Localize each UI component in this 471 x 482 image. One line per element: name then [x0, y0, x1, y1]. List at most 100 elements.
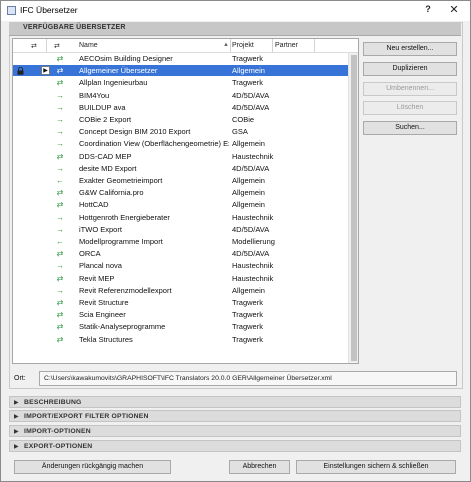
- translator-name: Plancal nova: [79, 261, 122, 271]
- direction-arrow-icon: ⇄: [56, 310, 64, 320]
- table-row[interactable]: ← Modellprogramme Import Modellierung: [13, 236, 348, 247]
- direction-arrow-icon: →: [56, 261, 64, 271]
- table-row[interactable]: → desite MD Export 4D/5D/AVA: [13, 163, 348, 174]
- new-button[interactable]: Neu erstellen...: [363, 42, 457, 56]
- table-row[interactable]: ← Exakter Geometrieimport Allgemein: [13, 175, 348, 186]
- direction-arrow-icon: ⇄: [56, 200, 64, 210]
- collapsible-label: BESCHREIBUNG: [24, 398, 82, 406]
- collapsible-filter-options[interactable]: ▶ IMPORT/EXPORT FILTER OPTIONEN: [9, 410, 461, 422]
- duplicate-button[interactable]: Duplizieren: [363, 62, 457, 76]
- table-row[interactable]: → BIM4You 4D/5D/AVA: [13, 90, 348, 101]
- translator-name: Concept Design BIM 2010 Export: [79, 127, 191, 137]
- direction-arrow-icon: →: [56, 285, 64, 295]
- translator-name: COBie 2 Export: [79, 115, 132, 124]
- table-row[interactable]: ⇄ Revit Structure Tragwerk: [13, 297, 348, 308]
- translator-name: BIM4You: [79, 90, 110, 100]
- direction-arrow-icon: ⇄: [56, 273, 64, 283]
- translator-name: G&W California.pro: [79, 188, 144, 198]
- table-row[interactable]: → BUILDUP ava 4D/5D/AVA: [13, 102, 348, 113]
- table-row[interactable]: → COBie 2 Export COBie: [13, 114, 348, 125]
- close-button[interactable]: ✕: [447, 3, 461, 16]
- help-button[interactable]: ?: [421, 4, 435, 14]
- table-row[interactable]: ⇄ Allplan Ingenieurbau Tragwerk: [13, 77, 348, 88]
- table-row[interactable]: ⇄ G&W California.pro Allgemein: [13, 187, 348, 198]
- translator-project: Tragwerk: [232, 78, 263, 88]
- translator-project: Tragwerk: [232, 334, 263, 344]
- translator-project: 4D/5D/AVA: [232, 90, 270, 100]
- translator-name: Modellprogramme Import: [79, 237, 163, 246]
- translator-name: Revit MEP: [79, 273, 115, 283]
- translator-project: Modellierung: [232, 237, 275, 246]
- column-partner[interactable]: Partner: [275, 42, 298, 49]
- direction-arrow-icon: →: [56, 163, 64, 173]
- undo-changes-button[interactable]: Änderungen rückgängig machen: [14, 460, 171, 474]
- translator-name: DDS-CAD MEP: [79, 151, 132, 161]
- collapsible-export-options[interactable]: ▶ EXPORT-OPTIONEN: [9, 440, 461, 452]
- translator-project: 4D/5D/AVA: [232, 249, 270, 259]
- rename-button[interactable]: Umbenennen...: [363, 82, 457, 96]
- translator-name: iTWO Export: [79, 224, 122, 234]
- title-bar: IFC Übersetzer ? ✕: [1, 1, 470, 21]
- delete-button[interactable]: Löschen: [363, 101, 457, 115]
- direction-column-icon[interactable]: ⇄: [54, 42, 60, 50]
- location-path-field[interactable]: C:\Users\kawakumovits\GRAPHISOFT\IFC Tra…: [39, 371, 457, 386]
- table-row[interactable]: ⇄ Scia Engineer Tragwerk: [13, 309, 348, 320]
- direction-arrow-icon: →: [56, 115, 64, 124]
- section-header-available-translators[interactable]: VERFÜGBARE ÜBERSETZER: [9, 22, 461, 36]
- translator-name: ORCA: [79, 249, 101, 259]
- translator-project: Haustechnik: [232, 212, 274, 222]
- scrollbar-thumb[interactable]: [351, 55, 357, 361]
- column-divider: [272, 39, 273, 52]
- translator-project: Allgemein: [232, 176, 265, 185]
- table-row[interactable]: ⇄ ORCA 4D/5D/AVA: [13, 248, 348, 259]
- column-name[interactable]: Name: [79, 42, 98, 49]
- translator-project: 4D/5D/AVA: [232, 102, 270, 112]
- play-icon[interactable]: ▶: [41, 66, 50, 76]
- table-row[interactable]: ⇄ Statik-Analyseprogramme Tragwerk: [13, 321, 348, 332]
- translator-name: Tekla Structures: [79, 334, 133, 344]
- direction-arrow-icon: ⇄: [56, 188, 64, 198]
- direction-arrow-icon: ⇄: [56, 322, 64, 332]
- search-button[interactable]: Suchen...: [363, 121, 457, 135]
- table-row[interactable]: ⇄ DDS-CAD MEP Haustechnik: [13, 151, 348, 162]
- translator-list[interactable]: ⇄ ⇄ Name ▲ Projekt Partner ⇄ AECOsim Buil…: [12, 38, 359, 364]
- translator-project: Allgemein: [232, 66, 265, 76]
- translator-project: Allgemein: [232, 188, 265, 198]
- direction-arrow-icon: ⇄: [56, 298, 64, 307]
- table-row[interactable]: ⇄ AECOsim Building Designer Tragwerk: [13, 53, 348, 64]
- table-row[interactable]: → Concept Design BIM 2010 Export GSA: [13, 126, 348, 137]
- translator-project: Allgemein: [232, 285, 265, 295]
- table-row[interactable]: → Coordination View (Oberflächengeometrie…: [13, 138, 348, 149]
- collapsible-import-options[interactable]: ▶ IMPORT-OPTIONEN: [9, 425, 461, 437]
- translator-project: 4D/5D/AVA: [232, 224, 270, 234]
- translator-name: Hottgenroth Energieberater: [79, 212, 170, 222]
- table-row[interactable]: → Plancal nova Haustechnik: [13, 260, 348, 271]
- table-row[interactable]: ⇄ Tekla Structures Tragwerk: [13, 334, 348, 345]
- table-row[interactable]: ⇄ HottCAD Allgemein: [13, 199, 348, 210]
- table-row[interactable]: ⇄ Revit MEP Haustechnik: [13, 273, 348, 284]
- save-and-close-button[interactable]: Einstellungen sichern & schließen: [296, 460, 456, 474]
- translator-project: COBie: [232, 115, 255, 124]
- translator-name: Statik-Analyseprogramme: [79, 322, 166, 332]
- translator-name: AECOsim Building Designer: [79, 54, 173, 63]
- direction-arrow-icon: ⇄: [56, 249, 64, 259]
- lock-icon: [17, 66, 24, 75]
- table-row[interactable]: ▶ ⇄ Allgemeiner Übersetzer Allgemein: [13, 65, 348, 77]
- import-export-column-icon[interactable]: ⇄: [31, 42, 37, 50]
- cancel-button[interactable]: Abbrechen: [229, 460, 290, 474]
- translator-project: Tragwerk: [232, 298, 263, 307]
- column-project[interactable]: Projekt: [232, 42, 254, 49]
- direction-arrow-icon: ⇄: [56, 151, 64, 161]
- translator-name: Revit Structure: [79, 298, 129, 307]
- table-row[interactable]: → Hottgenroth Energieberater Haustechnik: [13, 212, 348, 223]
- vertical-scrollbar[interactable]: [348, 53, 358, 363]
- table-row[interactable]: → Revit Referenzmodellexport Allgemein: [13, 285, 348, 296]
- direction-arrow-icon: →: [56, 212, 64, 222]
- section-title: VERFÜGBARE ÜBERSETZER: [23, 24, 126, 31]
- collapsible-label: EXPORT-OPTIONEN: [24, 442, 93, 450]
- collapsible-description[interactable]: ▶ BESCHREIBUNG: [9, 396, 461, 408]
- translator-project: Haustechnik: [232, 261, 274, 271]
- table-row[interactable]: → iTWO Export 4D/5D/AVA: [13, 224, 348, 235]
- sort-ascending-icon: ▲: [223, 42, 229, 48]
- translator-project: Haustechnik: [232, 273, 274, 283]
